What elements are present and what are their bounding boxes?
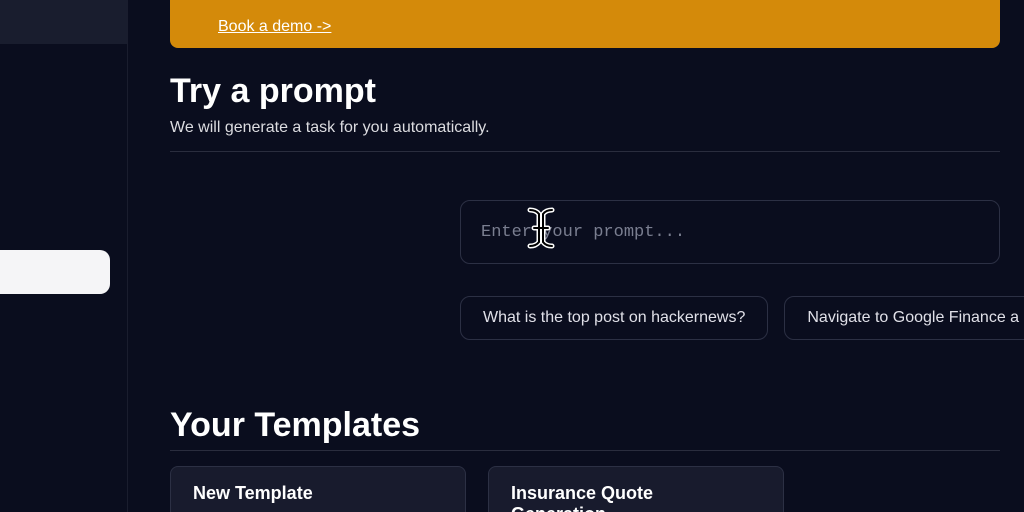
suggestion-chip[interactable]: What is the top post on hackernews? <box>460 296 768 340</box>
suggestion-chip[interactable]: Navigate to Google Finance a <box>784 296 1024 340</box>
sidebar-item-active[interactable] <box>0 250 110 294</box>
template-row: New Template Insurance Quote Generation… <box>170 466 784 512</box>
prompt-section-title: Try a prompt <box>170 72 1024 111</box>
new-template-card[interactable]: New Template <box>170 466 466 512</box>
sidebar <box>0 0 128 512</box>
prompt-input[interactable] <box>460 200 1000 264</box>
templates-section-title: Your Templates <box>170 406 420 445</box>
divider <box>170 151 1000 152</box>
template-card[interactable]: Insurance Quote Generation… <box>488 466 784 512</box>
sidebar-header <box>0 0 127 44</box>
main-content: Book a demo -> Try a prompt We will gene… <box>170 0 1024 512</box>
suggestion-row: What is the top post on hackernews? Navi… <box>460 296 1024 340</box>
book-demo-link[interactable]: Book a demo -> <box>218 18 331 36</box>
divider <box>170 450 1000 451</box>
prompt-section-subtitle: We will generate a task for you automati… <box>170 119 1024 137</box>
demo-banner: Book a demo -> <box>170 0 1000 48</box>
